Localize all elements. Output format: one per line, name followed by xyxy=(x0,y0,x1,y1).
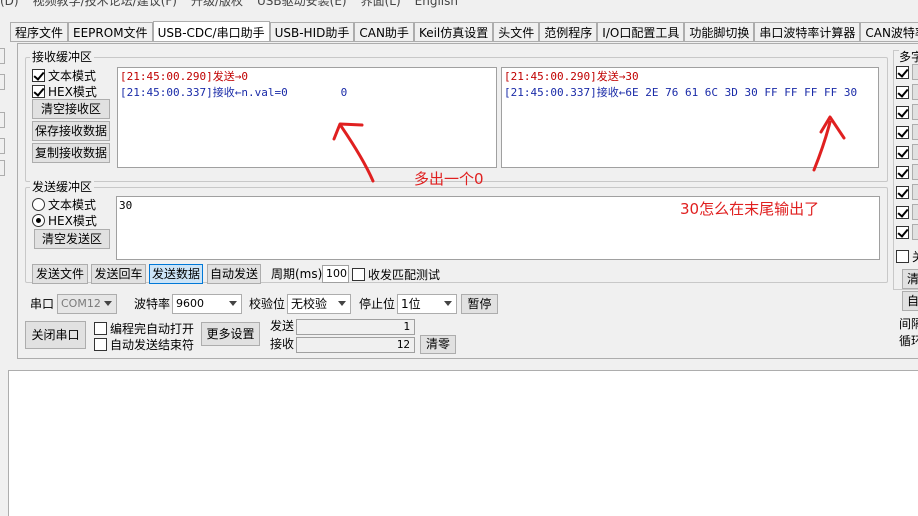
annotation-trailing-30: 30怎么在末尾输出了 xyxy=(680,200,820,218)
arrow-head-right-icon xyxy=(819,115,846,140)
annotation-arrows xyxy=(332,115,846,183)
arrow-to-left-panel-icon xyxy=(339,124,375,183)
annotation-extra-zero: 多出一个0 xyxy=(414,170,484,188)
